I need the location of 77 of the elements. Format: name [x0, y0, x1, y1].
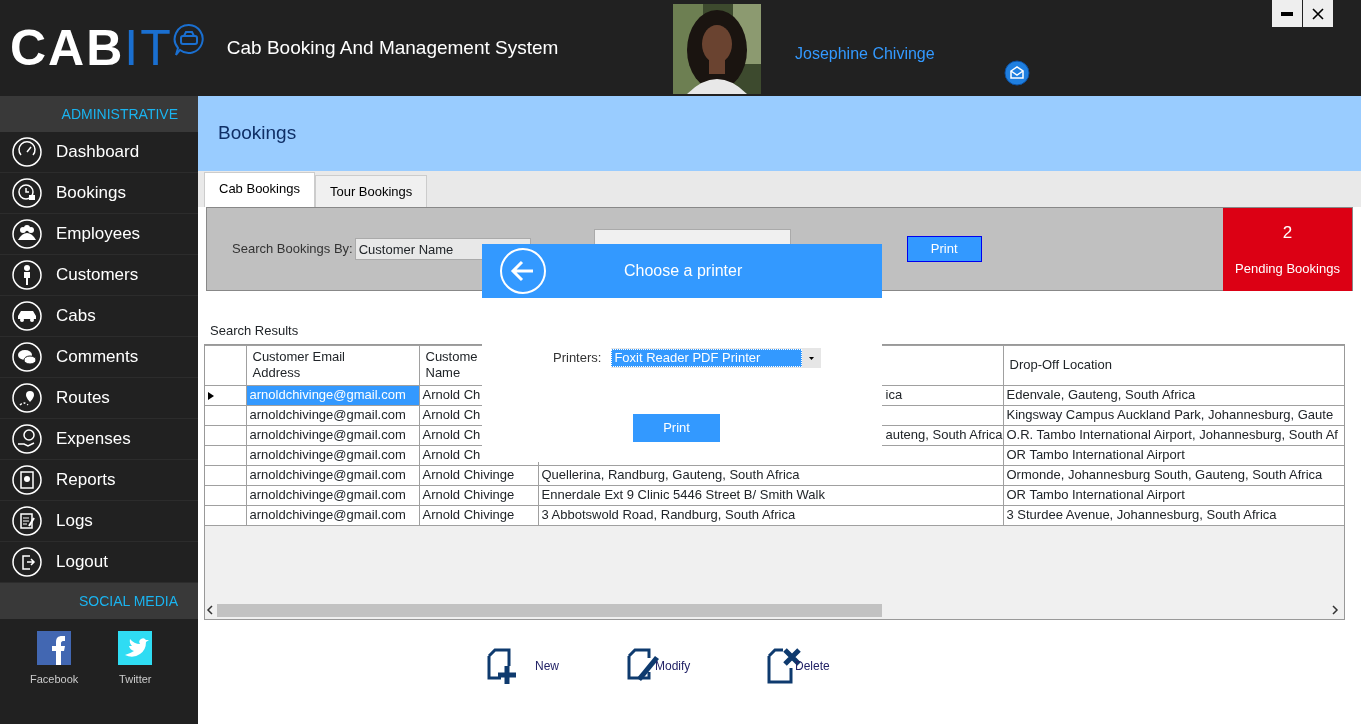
- dialog-title: Choose a printer: [624, 261, 743, 281]
- sidebar-item[interactable]: Comments: [0, 337, 198, 378]
- table-cell: arnoldchivinge@gmail.com: [249, 467, 406, 482]
- table-cell: O.R. Tambo International Airport, Johannesburg, South Af: [1006, 427, 1338, 442]
- table-cell: Arnold Ch: [422, 387, 481, 402]
- table-cell: Ennerdale Ext 9 Clinic 5446 Street B/ Smith Walk: [541, 487, 825, 502]
- action-button[interactable]: Modify: [625, 647, 765, 684]
- table-cell: arnoldchivinge@gmail.com: [249, 487, 406, 502]
- table-cell: 3 Abbotswold Road, Randburg, South Africa: [541, 507, 796, 522]
- user-name[interactable]: Josephine Chivinge: [795, 42, 935, 66]
- table-cell: 3 Sturdee Avenue, Johannesburg, South Africa: [1006, 507, 1277, 522]
- people-icon: [12, 219, 42, 249]
- action-button[interactable]: Delete: [765, 647, 905, 684]
- table-cell: Arnold Chivinge: [422, 507, 515, 522]
- table-cell: Arnold Chivinge: [422, 487, 515, 502]
- car-icon: [12, 301, 42, 331]
- table-cell: arnoldchivinge@gmail.com: [249, 407, 406, 422]
- sidebar-item[interactable]: Employees: [0, 214, 198, 255]
- table-cell: arnoldchivinge@gmail.com: [249, 507, 406, 522]
- speech-bubble-icon: [12, 342, 42, 372]
- tab[interactable]: Cab Bookings: [204, 171, 315, 207]
- section-heading: ADMINISTRATIVE: [0, 96, 198, 132]
- tab[interactable]: Tour Bookings: [314, 174, 428, 207]
- scroll-left-icon[interactable]: [205, 605, 215, 615]
- section-heading: SOCIAL MEDIA: [0, 583, 198, 619]
- pin-icon: [12, 383, 42, 413]
- sidebar-item[interactable]: Reports: [0, 460, 198, 501]
- table-cell: arnoldchivinge@gmail.com: [249, 447, 406, 462]
- table-cell: Ormonde, Johannesburg South, Gauteng, South Africa: [1006, 467, 1323, 482]
- table-cell: Arnold Chivinge: [422, 467, 515, 482]
- pending-label: Pending Bookings: [1235, 260, 1340, 278]
- page-title: Bookings: [218, 121, 297, 146]
- sidebar-item[interactable]: Dashboard: [0, 132, 198, 173]
- table-cell: arnoldchivinge@gmail.com: [249, 387, 406, 402]
- pending-bookings-tile[interactable]: 2 Pending Bookings: [1223, 207, 1352, 291]
- document-icon: [12, 465, 42, 495]
- scroll-right-icon[interactable]: [1330, 605, 1340, 615]
- table-cell: arnoldchivinge@gmail.com: [249, 427, 406, 442]
- printers-label: Printers:: [553, 349, 602, 368]
- action-button[interactable]: New: [485, 647, 625, 684]
- table-cell: auteng, South Africa: [885, 427, 1002, 442]
- sidebar-item[interactable]: Bookings: [0, 173, 198, 214]
- table-cell: OR Tambo International Airport: [1006, 487, 1185, 502]
- sidebar-item[interactable]: Cabs: [0, 296, 198, 337]
- table-cell: ica: [885, 387, 903, 402]
- clock-icon: [12, 178, 42, 208]
- table-cell: Quellerina, Randburg, Gauteng, South Africa: [541, 467, 800, 482]
- table-cell: Kingsway Campus Auckland Park, Johannesburg, Gaute: [1006, 407, 1334, 422]
- caret-icon: [809, 356, 815, 360]
- search-label: Search Bookings By:: [232, 240, 353, 259]
- app-title: Cab Booking And Management System: [226, 35, 559, 60]
- social-link[interactable]: Facebook: [30, 631, 79, 688]
- column-header[interactable]: Drop-Off Location: [1009, 357, 1112, 373]
- scrollbar-thumb[interactable]: [217, 603, 882, 617]
- logo-text: CABIT: [10, 23, 173, 73]
- table-cell: Arnold Ch: [422, 447, 481, 462]
- table-cell: Arnold Ch: [422, 427, 481, 442]
- gauge-icon: [12, 137, 42, 167]
- sidebar-item[interactable]: Customers: [0, 255, 198, 296]
- minimize-icon: [1281, 11, 1293, 16]
- mail-icon[interactable]: [1004, 60, 1030, 86]
- close-icon: [1312, 7, 1324, 20]
- minimize-button[interactable]: [1272, 0, 1302, 27]
- notepad-icon: [12, 506, 42, 536]
- person-icon: [12, 260, 42, 290]
- pending-count: 2: [1282, 221, 1293, 244]
- close-button[interactable]: [1303, 0, 1333, 27]
- table-cell: OR Tambo International Airport: [1006, 447, 1185, 462]
- exit-icon: [12, 547, 42, 577]
- sidebar-item[interactable]: Routes: [0, 378, 198, 419]
- table-cell: Arnold Ch: [422, 407, 481, 422]
- sidebar-item[interactable]: Logs: [0, 501, 198, 542]
- social-link[interactable]: Twitter: [118, 631, 153, 688]
- back-button[interactable]: [499, 247, 547, 295]
- table-cell: Edenvale, Gauteng, South Africa: [1006, 387, 1196, 402]
- sidebar-item[interactable]: Expenses: [0, 419, 198, 460]
- section-title: Search Results: [210, 322, 300, 340]
